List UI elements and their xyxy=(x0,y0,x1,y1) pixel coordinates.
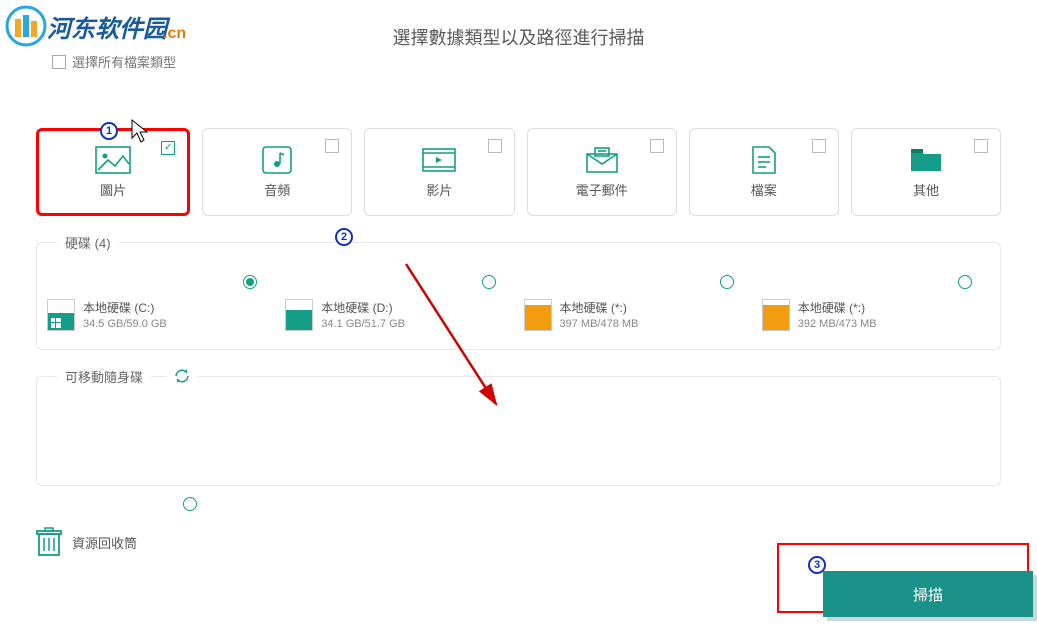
disk-name: 本地硬碟 (C:) xyxy=(83,299,167,316)
category-label: 影片 xyxy=(426,180,452,199)
category-row: ✓ 圖片 音頻 xyxy=(0,50,1037,216)
hard-disk-section: 硬碟 (4) 本地硬碟 (C:) 34.5 GB/59.0 GB xyxy=(36,242,1001,350)
disk-size: 397 MB/478 MB xyxy=(560,318,639,330)
watermark-logo: 河东软件园 .cn xyxy=(5,5,190,47)
category-audio-checkbox[interactable] xyxy=(325,139,339,153)
category-label: 其他 xyxy=(913,180,939,199)
category-label: 電子郵件 xyxy=(576,180,628,199)
disk-name: 本地硬碟 (*:) xyxy=(798,299,877,316)
disk-icon xyxy=(762,299,790,331)
disk-c[interactable]: 本地硬碟 (C:) 34.5 GB/59.0 GB xyxy=(47,275,275,331)
select-all-file-types[interactable]: 選擇所有檔案類型 xyxy=(52,52,176,71)
disk-radio[interactable] xyxy=(720,275,734,289)
recycle-bin-label: 資源回收筒 xyxy=(72,533,137,552)
video-icon xyxy=(421,146,457,174)
category-images[interactable]: ✓ 圖片 xyxy=(36,128,190,216)
select-all-label: 選擇所有檔案類型 xyxy=(72,52,176,71)
select-all-checkbox[interactable] xyxy=(52,55,66,69)
disk-icon xyxy=(285,299,313,331)
disk-radio[interactable] xyxy=(958,275,972,289)
category-other[interactable]: 其他 xyxy=(851,128,1001,216)
category-audio[interactable]: 音頻 xyxy=(202,128,352,216)
category-label: 音頻 xyxy=(264,180,290,199)
category-email[interactable]: 電子郵件 xyxy=(527,128,677,216)
disk-star2[interactable]: 本地硬碟 (*:) 392 MB/473 MB xyxy=(762,275,990,331)
scan-button-label: 掃描 xyxy=(913,584,943,605)
category-email-checkbox[interactable] xyxy=(650,139,664,153)
disk-size: 34.5 GB/59.0 GB xyxy=(83,318,167,330)
disk-size: 34.1 GB/51.7 GB xyxy=(321,318,405,330)
disk-size: 392 MB/473 MB xyxy=(798,318,877,330)
removable-section-label: 可移動隨身碟 xyxy=(57,367,151,386)
trash-icon xyxy=(36,527,62,557)
scan-annotation-box: 掃描 xyxy=(777,543,1029,613)
music-icon xyxy=(259,146,295,174)
category-document-checkbox[interactable] xyxy=(812,139,826,153)
disk-list: 本地硬碟 (C:) 34.5 GB/59.0 GB 本地硬碟 (D:) 34.1… xyxy=(47,275,990,331)
category-label: 圖片 xyxy=(100,180,126,199)
refresh-icon[interactable] xyxy=(167,367,197,390)
disk-icon xyxy=(47,299,75,331)
category-video-checkbox[interactable] xyxy=(488,139,502,153)
disk-d-radio[interactable] xyxy=(482,275,496,289)
recycle-bin-option[interactable]: 資源回收筒 xyxy=(36,527,137,557)
disk-name: 本地硬碟 (D:) xyxy=(321,299,405,316)
category-document[interactable]: 檔案 xyxy=(689,128,839,216)
category-other-checkbox[interactable] xyxy=(974,139,988,153)
windows-icon xyxy=(51,318,61,328)
logo-icon xyxy=(5,5,47,47)
disk-name: 本地硬碟 (*:) xyxy=(560,299,639,316)
removable-disk-section: 可移動隨身碟 xyxy=(36,376,1001,486)
hard-disk-section-label: 硬碟 (4) xyxy=(57,233,119,252)
disk-d[interactable]: 本地硬碟 (D:) 34.1 GB/51.7 GB xyxy=(285,275,513,331)
email-icon xyxy=(584,146,620,174)
recycle-bin-radio[interactable] xyxy=(183,497,197,511)
category-images-checkbox[interactable]: ✓ xyxy=(161,141,175,155)
disk-icon xyxy=(524,299,552,331)
disk-star1[interactable]: 本地硬碟 (*:) 397 MB/478 MB xyxy=(524,275,752,331)
image-icon xyxy=(95,146,131,174)
document-icon xyxy=(746,146,782,174)
category-video[interactable]: 影片 xyxy=(364,128,514,216)
category-label: 檔案 xyxy=(751,180,777,199)
disk-c-radio[interactable] xyxy=(243,275,257,289)
watermark-text: 河东软件园 xyxy=(47,9,167,44)
watermark-suffix: .cn xyxy=(163,25,186,43)
scan-button[interactable]: 掃描 xyxy=(823,571,1033,617)
folder-icon xyxy=(908,146,944,174)
